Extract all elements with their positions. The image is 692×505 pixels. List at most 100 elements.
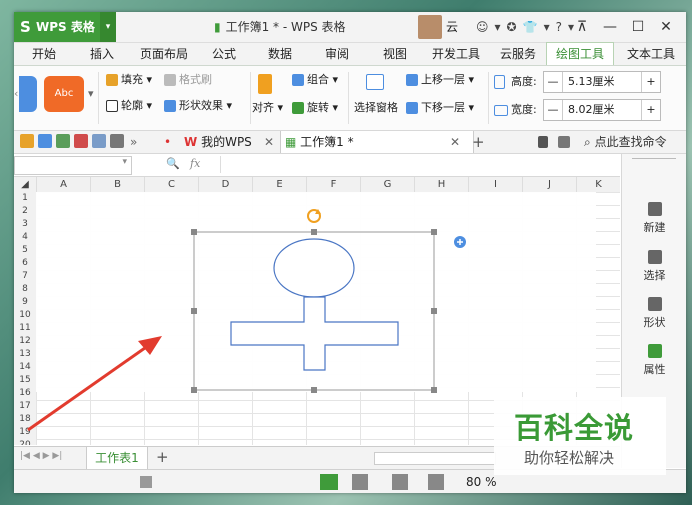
width-increment-button[interactable]: +	[641, 100, 660, 120]
cloud-doc-icon[interactable]	[538, 136, 548, 148]
app-menu-caret-icon[interactable]: ▾	[100, 12, 116, 42]
user-name[interactable]: 云	[446, 12, 458, 42]
width-value[interactable]: 8.02厘米	[568, 100, 615, 120]
watermark-subtitle: 助你轻松解决	[524, 449, 615, 467]
doc-tab-workbook-close-button[interactable]: ✕	[450, 131, 460, 153]
pin-icon[interactable]: •	[164, 131, 171, 153]
tab-view[interactable]: 视图	[375, 43, 415, 65]
sheet-nav-icons[interactable]: |◀ ◀ ▶ ▶|	[20, 451, 62, 461]
height-decrement-button[interactable]: —	[544, 72, 563, 92]
height-value[interactable]: 5.13厘米	[568, 72, 615, 92]
save-icon[interactable]	[38, 134, 52, 148]
help-icon[interactable]: ?	[556, 20, 562, 34]
style-swatch-blue[interactable]	[19, 76, 37, 112]
selection-pane-button[interactable]: 选择窗格	[354, 100, 398, 116]
format-brush-button[interactable]: 格式刷	[164, 72, 212, 88]
resize-handle-right[interactable]	[431, 308, 437, 314]
group-button[interactable]: 组合 ▾	[292, 72, 338, 88]
more-icon[interactable]: »	[130, 131, 137, 153]
quick-add-icon[interactable]	[454, 236, 466, 248]
tab-data[interactable]: 数据	[260, 43, 300, 65]
cross-shape[interactable]	[230, 296, 399, 371]
rotate-handle-icon[interactable]	[307, 209, 321, 223]
doc-tab-my-wps-close-button[interactable]: ✕	[264, 131, 274, 153]
panel-select[interactable]: 选择	[622, 250, 686, 283]
height-increment-button[interactable]: +	[641, 72, 660, 92]
resize-handle-top[interactable]	[311, 229, 317, 235]
align-button[interactable]: 对齐 ▾	[252, 100, 283, 116]
resize-handle-top-right[interactable]	[431, 229, 437, 235]
tab-home[interactable]: 开始	[24, 43, 64, 65]
group-icon	[292, 74, 304, 86]
doc-tab-my-wps[interactable]: W 我的WPS	[184, 131, 252, 153]
search-command[interactable]: ⌕ 点此查找命令	[584, 131, 667, 153]
shirt-icon[interactable]: 👕	[523, 20, 538, 34]
width-decrement-button[interactable]: —	[544, 100, 563, 120]
sync-status-icon[interactable]	[558, 136, 570, 148]
new-tab-button[interactable]: +	[472, 131, 485, 153]
zoom-formula-icon[interactable]: 🔍	[166, 157, 180, 170]
normal-view-icon[interactable]	[320, 474, 338, 490]
print-icon[interactable]	[74, 134, 88, 148]
outline-button[interactable]: 轮廓 ▾	[106, 98, 152, 114]
bring-forward-button[interactable]: 上移一层 ▾	[406, 72, 474, 88]
add-sheet-button[interactable]: +	[156, 448, 169, 466]
tab-insert[interactable]: 插入	[82, 43, 122, 65]
resize-handle-top-left[interactable]	[191, 229, 197, 235]
reading-view-icon[interactable]	[392, 474, 408, 490]
align-icon[interactable]	[258, 74, 275, 94]
shape-effect-button[interactable]: 形状效果 ▾	[164, 98, 232, 114]
skin-icon[interactable]: ☺	[476, 20, 489, 34]
ellipse-shape[interactable]	[273, 238, 355, 298]
page-break-view-icon[interactable]	[352, 474, 368, 490]
panel-properties[interactable]: 属性	[622, 344, 686, 377]
width-stepper[interactable]: — 8.02厘米 +	[543, 99, 661, 121]
fx-button[interactable]: fx	[190, 157, 200, 170]
doc-tab-workbook[interactable]: ▦ 工作簿1 *	[280, 131, 474, 153]
tab-review[interactable]: 审阅	[317, 43, 357, 65]
export-icon[interactable]	[56, 134, 70, 148]
eye-protect-icon[interactable]	[428, 474, 444, 490]
zoom-level[interactable]: 80 %	[466, 475, 497, 489]
tab-cloud-service[interactable]: 云服务	[494, 43, 542, 65]
rotate-button[interactable]: 旋转 ▾	[292, 100, 338, 116]
rotate-icon	[292, 102, 304, 114]
panel-shape[interactable]: 形状	[622, 297, 686, 330]
shape-icon	[647, 297, 662, 311]
fill-button[interactable]: 填充 ▾	[106, 72, 152, 88]
open-icon[interactable]	[20, 134, 34, 148]
minimize-button[interactable]: —	[598, 12, 622, 42]
name-box[interactable]: ▾	[14, 156, 132, 175]
app-menu-button[interactable]: S WPS 表格 ▾	[14, 12, 116, 42]
tab-formula[interactable]: 公式	[204, 43, 244, 65]
panel-new[interactable]: 新建	[622, 202, 686, 235]
send-backward-button[interactable]: 下移一层 ▾	[406, 100, 474, 116]
resize-handle-bottom[interactable]	[311, 387, 317, 393]
user-caret-icon[interactable]: ▾	[495, 20, 501, 34]
horizontal-scrollbar[interactable]	[374, 452, 496, 465]
shirt-caret-icon[interactable]: ▾	[544, 20, 550, 34]
sync-icon[interactable]: ✪	[507, 20, 517, 34]
sheet-tab-1[interactable]: 工作表1	[86, 447, 148, 469]
close-button[interactable]: ✕	[654, 12, 678, 42]
print-preview-icon[interactable]	[92, 134, 106, 148]
formula-input[interactable]	[220, 156, 619, 173]
tab-developer[interactable]: 开发工具	[426, 43, 486, 65]
tab-text-tools[interactable]: 文本工具	[618, 43, 684, 65]
tab-page-layout[interactable]: 页面布局	[134, 43, 194, 65]
resize-handle-bottom-left[interactable]	[191, 387, 197, 393]
maximize-button[interactable]: ☐	[626, 12, 650, 42]
macro-icon[interactable]	[140, 476, 152, 488]
collapse-ribbon-icon[interactable]: ⊼	[570, 12, 594, 42]
scroll-left-icon[interactable]: ‹	[14, 86, 18, 102]
tab-drawing-tools[interactable]: 绘图工具	[546, 42, 614, 65]
height-stepper[interactable]: — 5.13厘米 +	[543, 71, 661, 93]
resize-handle-bottom-right[interactable]	[431, 387, 437, 393]
resize-handle-left[interactable]	[191, 308, 197, 314]
selection-pane-icon[interactable]	[366, 74, 387, 90]
name-box-dropdown-icon[interactable]: ▾	[122, 157, 127, 167]
avatar[interactable]	[418, 15, 442, 39]
undo-icon[interactable]	[110, 134, 124, 148]
style-more-icon[interactable]: ▾	[88, 86, 94, 102]
style-swatch-orange[interactable]: Abc	[44, 76, 84, 112]
